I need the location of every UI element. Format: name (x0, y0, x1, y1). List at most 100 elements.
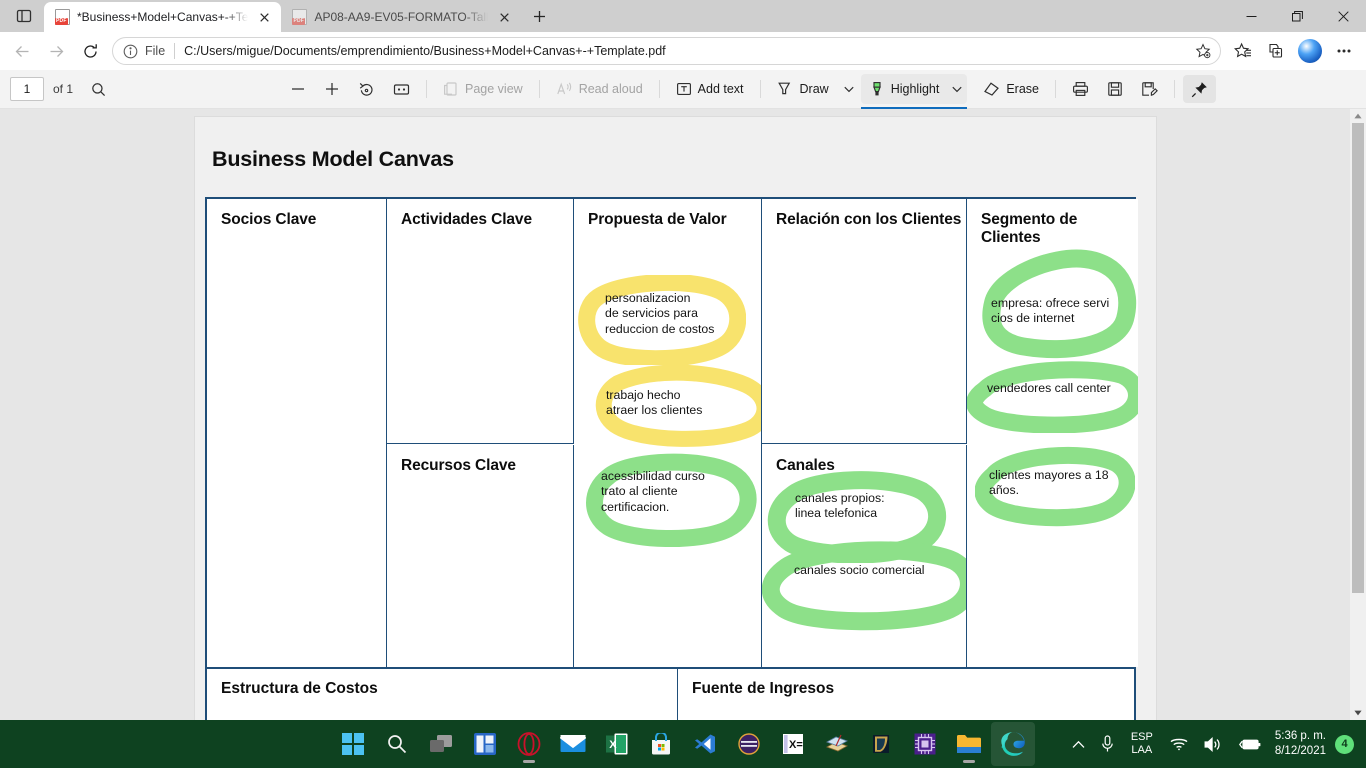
url-scheme-label: File (145, 44, 166, 58)
scrollbar-thumb[interactable] (1352, 123, 1364, 593)
reload-icon[interactable] (74, 36, 106, 66)
mail-button[interactable] (551, 722, 595, 766)
windows-taskbar: X X= ESP LAA 5:36 p. m. 8/12/2021 4 (0, 720, 1366, 768)
erase-button[interactable]: Erase (975, 75, 1047, 103)
zoom-in-button[interactable] (316, 75, 348, 103)
cell-segmento-clientes[interactable]: Segmento de Clientes empresa: ofrece ser… (967, 199, 1138, 667)
url-text: C:/Users/migue/Documents/emprendimiento/… (184, 44, 666, 58)
save-icon[interactable] (1099, 75, 1131, 103)
close-icon[interactable] (255, 8, 273, 26)
cell-fuente-ingresos[interactable]: Fuente de Ingresos (677, 669, 1134, 720)
business-model-canvas-grid: Socios Clave Actividades Clave Recursos … (205, 197, 1138, 720)
new-tab-button[interactable] (524, 1, 554, 31)
scroll-up-arrow-icon[interactable] (1350, 109, 1366, 123)
tab-business-model-canvas[interactable]: *Business+Model+Canvas+-+Te (44, 2, 282, 32)
cell-header: Segmento de Clientes (981, 211, 1078, 246)
collections-icon[interactable] (1260, 36, 1292, 66)
language-line-2: LAA (1131, 744, 1153, 756)
add-favorite-star-icon[interactable] (1190, 39, 1216, 63)
pin-icon[interactable] (1183, 75, 1216, 103)
close-icon[interactable] (495, 8, 513, 26)
address-bar[interactable]: File C:/Users/migue/Documents/emprendimi… (112, 37, 1221, 65)
scroll-down-arrow-icon[interactable] (1350, 706, 1366, 720)
books-app-button[interactable] (815, 722, 859, 766)
microsoft-store-button[interactable] (639, 722, 683, 766)
cell-relacion-clientes[interactable]: Relación con los Clientes (762, 199, 967, 444)
page-number-input[interactable]: 1 (10, 77, 44, 101)
cell-estructura-costos[interactable]: Estructura de Costos (207, 669, 677, 720)
cell-canales[interactable]: Canales canales propios: linea telefonic… (762, 445, 967, 667)
system-tray: ESP LAA 5:36 p. m. 8/12/2021 4 (1064, 720, 1366, 768)
highlight-tool-group[interactable]: Highlight (860, 74, 968, 109)
cell-propuesta-de-valor[interactable]: Propuesta de Valor personalizacion de se… (574, 199, 762, 667)
notification-badge[interactable]: 4 (1335, 734, 1354, 754)
battery-charging-icon[interactable] (1231, 722, 1269, 766)
profile-avatar[interactable] (1298, 39, 1322, 63)
tab-list-icon[interactable] (4, 0, 44, 32)
start-button[interactable] (331, 722, 375, 766)
toolbar-divider (538, 80, 540, 98)
read-aloud-button[interactable]: Read aloud (548, 75, 651, 103)
pdf-viewer-area[interactable]: Business Model Canvas Socios Clave Activ… (0, 109, 1366, 720)
save-as-icon[interactable] (1133, 75, 1166, 103)
svg-text:X: X (609, 739, 617, 751)
draw-chevron-down-icon[interactable] (839, 86, 859, 93)
note-segmento-2: vendedores call center (987, 381, 1111, 395)
add-text-button[interactable]: Add text (668, 75, 752, 103)
toolbar-divider (1055, 80, 1056, 98)
highlight-label: Highlight (890, 82, 940, 96)
edge-browser-window: *Business+Model+Canvas+-+Te AP08-AA9-EV0… (0, 0, 1366, 720)
restore-icon[interactable] (1274, 0, 1320, 32)
pdf-file-icon (55, 9, 70, 25)
file-explorer-button[interactable] (947, 722, 991, 766)
highlight-button[interactable]: Highlight (861, 75, 948, 103)
page-view-button[interactable]: Page view (435, 75, 531, 103)
draw-button[interactable]: Draw (769, 75, 837, 103)
close-icon[interactable] (1320, 0, 1366, 32)
page-total-label: of 1 (53, 82, 74, 96)
back-arrow-icon[interactable] (6, 36, 38, 66)
read-aloud-label: Read aloud (578, 82, 643, 96)
forward-arrow-icon[interactable] (40, 36, 72, 66)
highlight-chevron-down-icon[interactable] (947, 86, 967, 93)
window-controls (1228, 0, 1366, 32)
purple-disc-button[interactable] (727, 722, 771, 766)
minimize-icon[interactable] (1228, 0, 1274, 32)
widgets-button[interactable] (463, 722, 507, 766)
ellipsis-icon[interactable] (1328, 36, 1360, 66)
cell-header: Actividades Clave (401, 211, 532, 228)
fit-to-page-icon[interactable] (385, 75, 418, 103)
tab-ap08-formato-taller[interactable]: AP08-AA9-EV05-FORMATO-Talle (281, 2, 522, 32)
cell-recursos-clave[interactable]: Recursos Clave (387, 445, 574, 667)
wifi-icon[interactable] (1162, 722, 1196, 766)
cpu-monitor-button[interactable] (903, 722, 947, 766)
taskbar-app-icons: X X= (331, 722, 1035, 766)
language-indicator[interactable]: ESP LAA (1122, 731, 1162, 757)
search-icon[interactable] (83, 75, 114, 103)
microsoft-edge-button[interactable] (991, 722, 1035, 766)
favorites-icon[interactable] (1227, 36, 1259, 66)
opera-button[interactable] (507, 722, 551, 766)
clock[interactable]: 5:36 p. m. 8/12/2021 (1269, 729, 1335, 759)
vscode-button[interactable] (683, 722, 727, 766)
microphone-icon[interactable] (1093, 722, 1122, 766)
page-view-label: Page view (465, 82, 523, 96)
league-of-legends-button[interactable] (859, 722, 903, 766)
search-taskbar-button[interactable] (375, 722, 419, 766)
rotate-icon[interactable] (350, 75, 383, 103)
cell-actividades-clave[interactable]: Actividades Clave (387, 199, 574, 444)
vertical-scrollbar[interactable] (1350, 109, 1366, 720)
cell-header: Socios Clave (221, 211, 317, 228)
cell-socios-clave[interactable]: Socios Clave (207, 199, 387, 667)
volume-icon[interactable] (1196, 722, 1231, 766)
note-valor-2: trabajo hecho atraer los clientes (606, 388, 703, 418)
formula-app-button[interactable]: X= (771, 722, 815, 766)
toolbar-divider (1174, 80, 1175, 98)
show-hidden-icons-icon[interactable] (1064, 722, 1093, 766)
excel-button[interactable]: X (595, 722, 639, 766)
toolbar-divider (759, 80, 761, 98)
task-view-button[interactable] (419, 722, 463, 766)
zoom-out-button[interactable] (282, 75, 314, 103)
print-icon[interactable] (1064, 75, 1097, 103)
canvas-bottom-row: Estructura de Costos Fuente de Ingresos (207, 667, 1134, 720)
